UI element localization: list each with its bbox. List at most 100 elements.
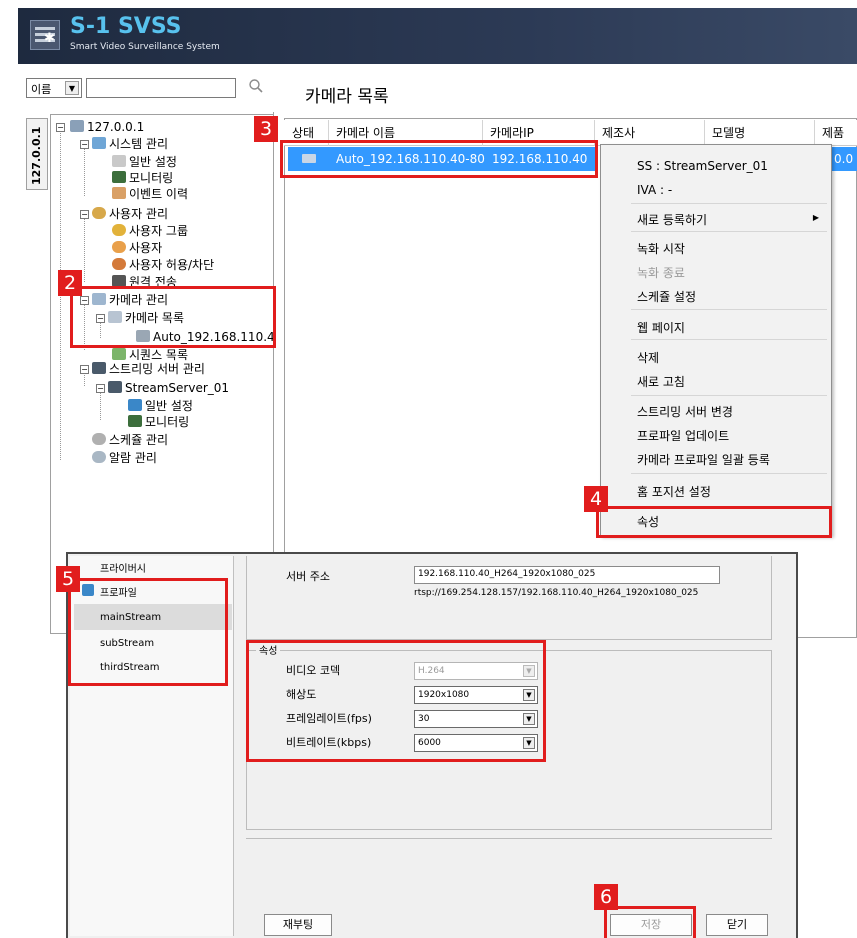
app-logo-title: S-1 SVSS [70, 14, 182, 39]
column-header-manufacturer[interactable]: 제조사 [602, 124, 635, 141]
dialog-divider [246, 838, 772, 840]
app-header: ✱ S-1 SVSS Smart Video Surveillance Syst… [18, 8, 857, 64]
server-vertical-tab[interactable]: 127.0.0.1 [26, 118, 48, 190]
monitor-icon [112, 171, 126, 183]
monitor-icon [128, 415, 142, 427]
column-divider [814, 120, 815, 146]
column-header-camera-ip[interactable]: 카메라IP [490, 124, 534, 141]
search-icon[interactable] [248, 78, 264, 94]
server-address-field[interactable]: 192.168.110.40_H264_1920x1080_025 [414, 566, 720, 584]
column-header-camera-name[interactable]: 카메라 이름 [336, 124, 395, 141]
tree-item-ss-general-settings[interactable]: 일반 설정 [128, 398, 193, 414]
tree-item-label: 일반 설정 [145, 399, 193, 413]
page-title: 카메라 목록 [305, 87, 389, 107]
annotation-tag-5: 5 [56, 566, 80, 592]
menu-separator [631, 473, 827, 474]
settings-icon [128, 399, 142, 411]
tree-collapse-toggle[interactable]: − [96, 384, 105, 393]
server-tab-label: 127.0.0.1 [30, 126, 43, 185]
tree-collapse-toggle[interactable]: − [80, 140, 89, 149]
reboot-button[interactable]: 재부팅 [264, 914, 332, 936]
tree-collapse-toggle[interactable]: − [80, 365, 89, 374]
tree-item-label: 127.0.0.1 [87, 120, 145, 134]
tree-item-monitoring[interactable]: 모니터링 [112, 170, 173, 186]
tree-item-label: 일반 설정 [129, 155, 177, 169]
server-icon [70, 120, 84, 132]
close-button[interactable]: 닫기 [706, 914, 768, 936]
sequence-icon [112, 348, 126, 360]
column-header-product[interactable]: 제품 [822, 124, 844, 141]
tree-collapse-toggle[interactable]: − [80, 210, 89, 219]
server-icon [108, 381, 122, 393]
menu-info-iva: IVA : - [637, 183, 673, 197]
tools-icon [112, 155, 126, 167]
streaming-server-icon [92, 362, 106, 374]
search-field-select[interactable]: 이름 ▼ [26, 78, 82, 98]
menu-item-bulk-register-profile[interactable]: 카메라 프로파일 일괄 등록 [637, 451, 770, 468]
tree-item-label: 시퀀스 목록 [129, 348, 189, 362]
tree-item-general-settings[interactable]: 일반 설정 [112, 154, 177, 170]
tree-line [100, 392, 101, 420]
menu-item-refresh[interactable]: 새로 고침 [637, 373, 685, 390]
system-settings-icon [92, 137, 106, 149]
tree-item-stream-server[interactable]: StreamServer_01 [108, 380, 229, 396]
annotation-tag-3: 3 [254, 116, 278, 142]
event-log-icon [112, 187, 126, 199]
tree-item-event-history[interactable]: 이벤트 이력 [112, 186, 188, 202]
app-logo-subtitle: Smart Video Surveillance System [70, 42, 220, 52]
tree-item-root[interactable]: 127.0.0.1 [70, 119, 144, 135]
tree-item-label: 모니터링 [145, 415, 190, 429]
menu-item-new-register[interactable]: 새로 등록하기 [637, 211, 707, 228]
menu-item-record-start[interactable]: 녹화 시작 [637, 240, 685, 257]
user-group-icon [112, 224, 126, 236]
menu-separator [631, 309, 827, 310]
tree-item-streaming-mgmt[interactable]: 스트리밍 서버 관리 [92, 361, 205, 377]
tree-item-user-allow-block[interactable]: 사용자 허용/차단 [112, 257, 214, 273]
tree-item-schedule-mgmt[interactable]: 스케쥴 관리 [92, 432, 168, 448]
tree-item-ss-monitoring[interactable]: 모니터링 [128, 414, 189, 430]
users-icon [92, 207, 106, 219]
tree-item-user-group[interactable]: 사용자 그룹 [112, 223, 188, 239]
tree-item-label: 모니터링 [129, 171, 174, 185]
search-input[interactable] [86, 78, 236, 98]
tree-item-label: 스트리밍 서버 관리 [109, 362, 205, 376]
tree-item-label: StreamServer_01 [125, 381, 230, 395]
menu-item-record-stop: 녹화 종료 [637, 266, 685, 280]
tree-line [84, 372, 85, 386]
menu-item-change-streaming-server[interactable]: 스트리밍 서버 변경 [637, 403, 733, 420]
tree-item-user[interactable]: 사용자 [112, 240, 162, 256]
sidebar-item-privacy[interactable]: 프라이버시 [100, 560, 146, 575]
menu-item-home-position[interactable]: 홈 포지션 설정 [637, 483, 711, 500]
menu-item-web-page[interactable]: 웹 페이지 [637, 319, 685, 336]
user-icon [112, 241, 126, 253]
annotation-tag-6: 6 [594, 884, 618, 910]
tree-item-user-mgmt[interactable]: 사용자 관리 [92, 206, 168, 222]
gear-icon: ✱ [44, 31, 55, 46]
table-row-overflow[interactable]: 0.0 [832, 147, 857, 171]
tree-item-label: 사용자 관리 [109, 207, 169, 221]
tree-item-label: 스케쥴 관리 [109, 433, 169, 447]
tree-item-system-mgmt[interactable]: 시스템 관리 [92, 136, 168, 152]
menu-item-update-profile[interactable]: 프로파일 업데이트 [637, 427, 729, 444]
user-block-icon [112, 258, 126, 270]
product-cell: 0.0 [834, 152, 854, 166]
tree-item-label: 사용자 그룹 [129, 224, 189, 238]
menu-item-schedule-settings[interactable]: 스케쥴 설정 [637, 288, 696, 305]
tree-item-label: 시스템 관리 [109, 137, 169, 151]
tree-item-alarm-mgmt[interactable]: 알람 관리 [92, 450, 157, 466]
annotation-tag-2: 2 [58, 270, 82, 296]
column-header-status[interactable]: 상태 [292, 124, 314, 141]
column-header-model[interactable]: 모델명 [712, 124, 745, 141]
annotation-box-props [246, 640, 546, 762]
menu-info-ss: SS : StreamServer_01 [637, 159, 768, 173]
alarm-icon [92, 451, 106, 463]
server-address-label: 서버 주소 [286, 570, 330, 583]
submenu-arrow-icon: ▶ [812, 213, 819, 222]
menu-item-delete[interactable]: 삭제 [637, 349, 659, 366]
menu-separator [631, 231, 827, 232]
annotation-box-2 [70, 286, 276, 348]
context-menu: SS : StreamServer_01 IVA : - 새로 등록하기 ▶ 녹… [600, 144, 832, 536]
dropdown-arrow-icon: ▼ [65, 81, 79, 95]
tree-collapse-toggle[interactable]: − [56, 123, 65, 132]
menu-separator [631, 203, 827, 204]
